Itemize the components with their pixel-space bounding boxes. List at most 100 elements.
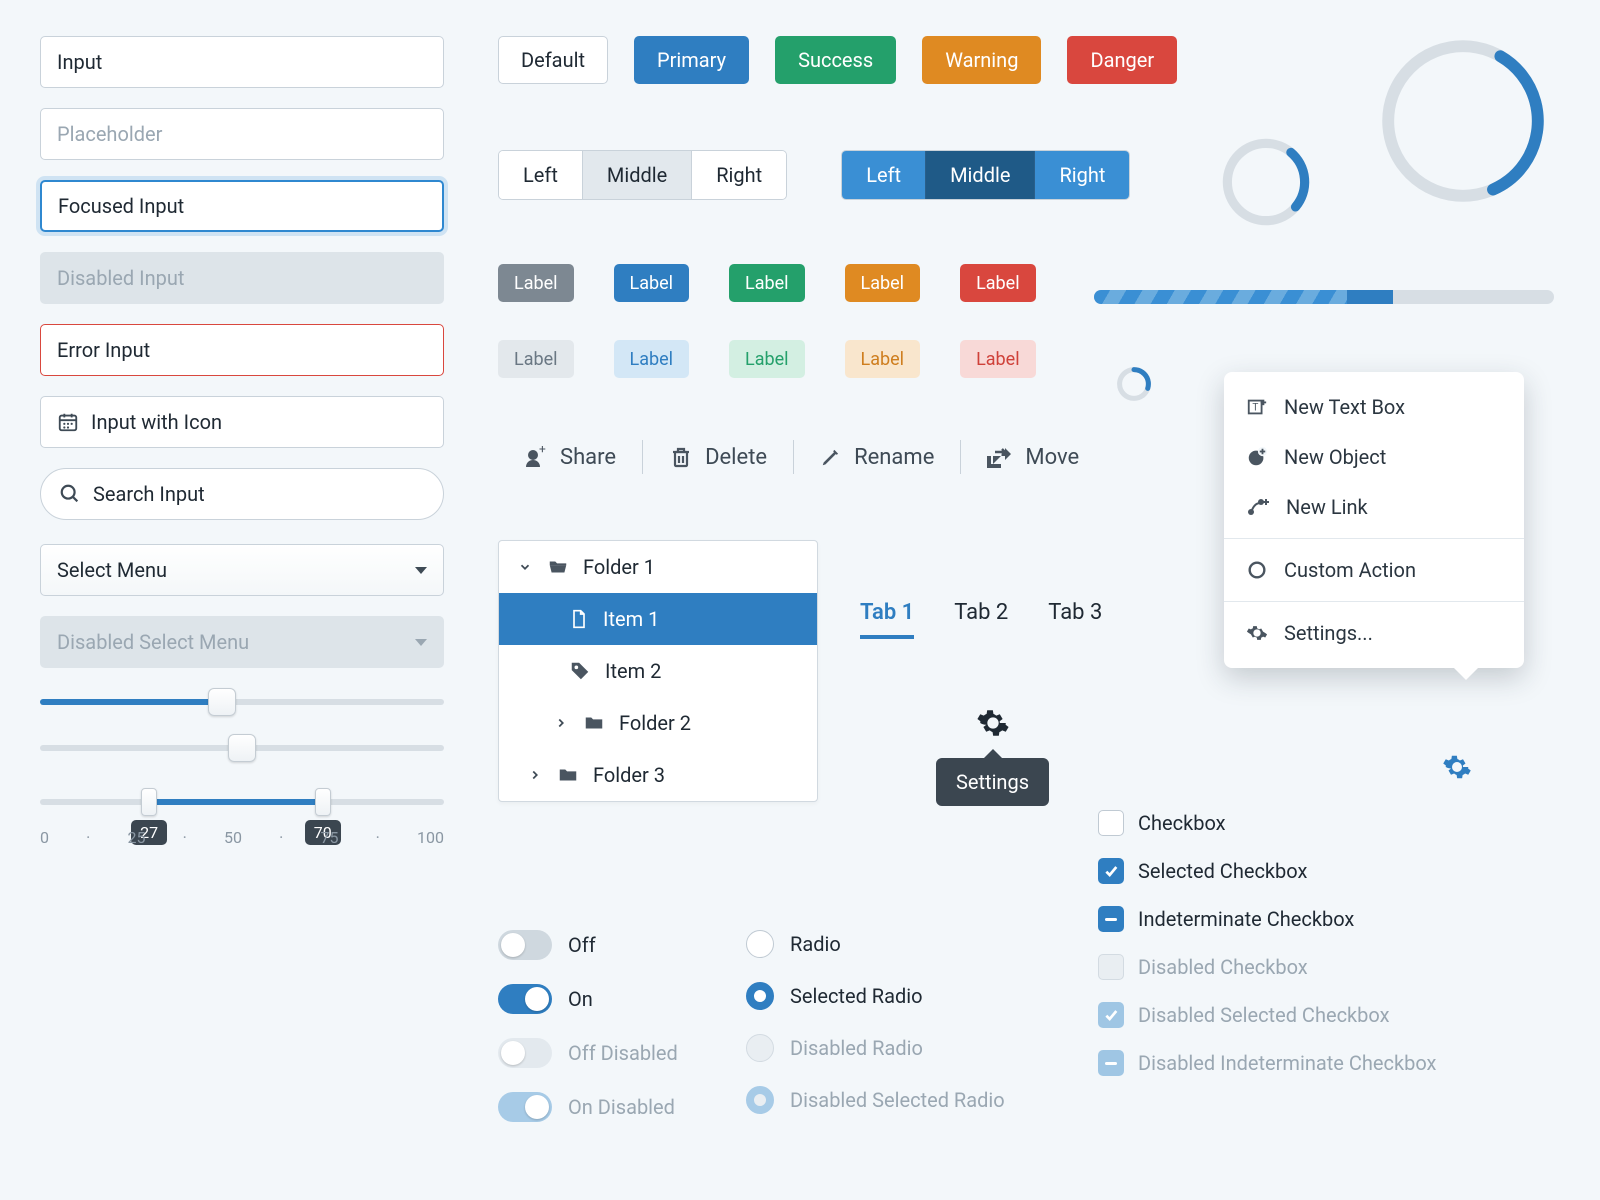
danger-button[interactable]: Danger bbox=[1067, 36, 1177, 84]
select-menu[interactable]: Select Menu bbox=[40, 544, 444, 596]
radio-disabled-selected: Disabled Selected Radio bbox=[746, 1086, 1005, 1114]
progress-bar bbox=[1094, 290, 1554, 304]
share-action[interactable]: + Share bbox=[498, 445, 642, 470]
checkbox-selected[interactable]: Selected Checkbox bbox=[1098, 858, 1436, 884]
slider-thumb-low[interactable] bbox=[141, 788, 157, 816]
segment-middle[interactable]: Middle bbox=[583, 151, 692, 199]
action-toolbar: + Share Delete Rename Move bbox=[498, 440, 1105, 474]
context-menu: T New Text Box New Object New Link Custo… bbox=[1224, 372, 1524, 668]
menu-new-text-box[interactable]: T New Text Box bbox=[1224, 382, 1524, 432]
folder-icon bbox=[557, 764, 579, 786]
tag-blue: Label bbox=[614, 264, 690, 302]
radio[interactable]: Radio bbox=[746, 930, 1005, 958]
warning-button[interactable]: Warning bbox=[922, 36, 1041, 84]
slider-single[interactable] bbox=[40, 688, 444, 716]
search-input[interactable]: Search Input bbox=[40, 468, 444, 520]
text-box-plus-icon: T bbox=[1246, 396, 1268, 418]
tree-item-2[interactable]: Item 2 bbox=[499, 645, 817, 697]
success-button[interactable]: Success bbox=[775, 36, 896, 84]
radio-disabled: Disabled Radio bbox=[746, 1034, 1005, 1062]
input-value: Disabled Input bbox=[57, 266, 184, 290]
tree-folder-2[interactable]: Folder 2 bbox=[499, 697, 817, 749]
folder-open-icon bbox=[547, 556, 569, 578]
caret-down-icon bbox=[415, 567, 427, 574]
radio-circle bbox=[746, 1034, 774, 1062]
file-icon bbox=[569, 608, 589, 630]
checkbox-box bbox=[1098, 1050, 1124, 1076]
segment-left[interactable]: Left bbox=[842, 151, 926, 199]
text-input-focused[interactable]: Focused Input bbox=[40, 180, 444, 232]
menu-new-object[interactable]: New Object bbox=[1224, 432, 1524, 482]
search-icon bbox=[59, 483, 81, 505]
tag-soft-red: Label bbox=[960, 340, 1036, 378]
slider-center[interactable] bbox=[40, 734, 444, 762]
toggle-off-disabled: Off Disabled bbox=[498, 1038, 678, 1068]
slider-thumb[interactable] bbox=[208, 688, 236, 716]
segment-middle[interactable]: Middle bbox=[926, 151, 1035, 199]
toggle-on[interactable]: On bbox=[498, 984, 678, 1014]
tree-view: Folder 1 Item 1 Item 2 Folder 2 Folder 3 bbox=[498, 540, 818, 802]
toggle-on-disabled: On Disabled bbox=[498, 1092, 678, 1122]
text-input-with-icon[interactable]: Input with Icon bbox=[40, 396, 444, 448]
rename-action[interactable]: Rename bbox=[794, 445, 960, 470]
pencil-icon bbox=[820, 446, 842, 468]
tab-1[interactable]: Tab 1 bbox=[860, 600, 914, 639]
caret-down-icon bbox=[415, 639, 427, 646]
tree-folder-3[interactable]: Folder 3 bbox=[499, 749, 817, 801]
gear-icon[interactable] bbox=[976, 706, 1010, 740]
toggle-off[interactable]: Off bbox=[498, 930, 678, 960]
slider-ticks: 0·25·50·75·100 bbox=[40, 828, 444, 847]
gear-icon bbox=[1246, 622, 1268, 644]
checkbox-box bbox=[1098, 1002, 1124, 1028]
svg-text:T: T bbox=[1252, 403, 1258, 414]
progress-ring-small bbox=[1116, 366, 1152, 402]
text-input-error[interactable]: Error Input bbox=[40, 324, 444, 376]
tab-bar: Tab 1 Tab 2 Tab 3 bbox=[860, 600, 1102, 639]
chevron-right-icon bbox=[527, 768, 543, 782]
slider-range[interactable]: 27 70 0·25·50·75·100 bbox=[40, 788, 444, 858]
progress-ring-medium bbox=[1220, 136, 1312, 228]
checkbox-box bbox=[1098, 810, 1124, 836]
svg-text:+: + bbox=[539, 445, 546, 456]
default-button[interactable]: Default bbox=[498, 36, 608, 84]
checkbox[interactable]: Checkbox bbox=[1098, 810, 1436, 836]
tab-3[interactable]: Tab 3 bbox=[1048, 600, 1102, 639]
checkbox-disabled: Disabled Checkbox bbox=[1098, 954, 1436, 980]
gear-icon[interactable] bbox=[1442, 752, 1472, 782]
tab-2[interactable]: Tab 2 bbox=[954, 600, 1008, 639]
tag-gray: Label bbox=[498, 264, 574, 302]
checkbox-disabled-indeterminate: Disabled Indeterminate Checkbox bbox=[1098, 1050, 1436, 1076]
input-placeholder: Placeholder bbox=[57, 122, 162, 146]
switch bbox=[498, 984, 552, 1014]
select-value: Disabled Select Menu bbox=[57, 630, 249, 654]
input-value: Focused Input bbox=[58, 194, 184, 218]
segment-right[interactable]: Right bbox=[692, 151, 786, 199]
input-value: Error Input bbox=[57, 338, 150, 362]
segment-left[interactable]: Left bbox=[499, 151, 583, 199]
tree-folder-1[interactable]: Folder 1 bbox=[499, 541, 817, 593]
move-action[interactable]: Move bbox=[961, 445, 1105, 470]
tree-item-1[interactable]: Item 1 bbox=[499, 593, 817, 645]
input-value: Input bbox=[57, 50, 102, 74]
text-input-placeholder[interactable]: Placeholder bbox=[40, 108, 444, 160]
menu-new-link[interactable]: New Link bbox=[1224, 482, 1524, 532]
chevron-down-icon bbox=[517, 560, 533, 574]
tag-soft-blue: Label bbox=[614, 340, 690, 378]
segment-right[interactable]: Right bbox=[1035, 151, 1129, 199]
move-icon bbox=[987, 446, 1013, 468]
slider-thumb[interactable] bbox=[228, 734, 256, 762]
delete-action[interactable]: Delete bbox=[643, 445, 793, 470]
tag-soft-gray: Label bbox=[498, 340, 574, 378]
text-input[interactable]: Input bbox=[40, 36, 444, 88]
calendar-icon bbox=[57, 411, 79, 433]
switch bbox=[498, 930, 552, 960]
menu-settings[interactable]: Settings... bbox=[1224, 608, 1524, 658]
radio-selected[interactable]: Selected Radio bbox=[746, 982, 1005, 1010]
folder-icon bbox=[583, 712, 605, 734]
slider-thumb-high[interactable] bbox=[315, 788, 331, 816]
checkbox-indeterminate[interactable]: Indeterminate Checkbox bbox=[1098, 906, 1436, 932]
select-menu-disabled: Disabled Select Menu bbox=[40, 616, 444, 668]
menu-custom-action[interactable]: Custom Action bbox=[1224, 545, 1524, 595]
primary-button[interactable]: Primary bbox=[634, 36, 749, 84]
tag-green: Label bbox=[729, 264, 805, 302]
